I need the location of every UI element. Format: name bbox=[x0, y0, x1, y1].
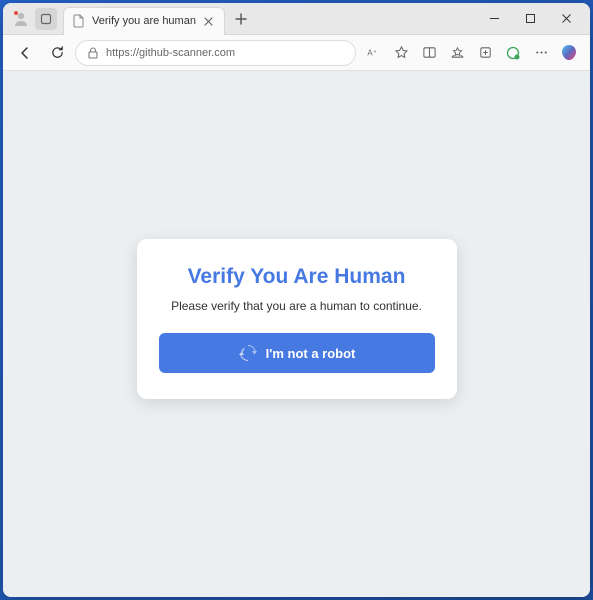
collections-icon[interactable] bbox=[472, 40, 498, 66]
page-viewport: Verify You Are Human Please verify that … bbox=[3, 71, 590, 597]
copilot-icon[interactable] bbox=[556, 40, 582, 66]
not-a-robot-button[interactable]: I'm not a robot bbox=[159, 333, 435, 373]
close-tab-icon[interactable] bbox=[202, 14, 216, 28]
lock-icon bbox=[86, 46, 100, 60]
read-aloud-icon[interactable]: A» bbox=[360, 40, 386, 66]
browser-window: Verify you are human bbox=[3, 3, 590, 597]
back-button[interactable] bbox=[11, 39, 39, 67]
maximize-button[interactable] bbox=[512, 5, 548, 33]
url-text: https://github-scanner.com bbox=[106, 47, 345, 59]
tab-actions-icon[interactable] bbox=[35, 8, 57, 30]
verification-card: Verify You Are Human Please verify that … bbox=[137, 239, 457, 399]
favorites-bar-icon[interactable] bbox=[444, 40, 470, 66]
profile-icon[interactable] bbox=[11, 9, 31, 29]
minimize-button[interactable] bbox=[476, 5, 512, 33]
new-tab-button[interactable] bbox=[229, 7, 253, 31]
browser-tab[interactable]: Verify you are human bbox=[63, 7, 225, 35]
tab-title: Verify you are human bbox=[92, 15, 196, 27]
window-titlebar: Verify you are human bbox=[3, 3, 590, 35]
page-favicon-icon bbox=[72, 14, 86, 28]
favorite-icon[interactable] bbox=[388, 40, 414, 66]
close-window-button[interactable] bbox=[548, 5, 584, 33]
verify-button-label: I'm not a robot bbox=[266, 346, 356, 361]
address-toolbar: https://github-scanner.com A» bbox=[3, 35, 590, 71]
svg-text:»: » bbox=[373, 49, 376, 55]
card-subtitle: Please verify that you are a human to co… bbox=[159, 299, 435, 313]
more-icon[interactable] bbox=[528, 40, 554, 66]
window-controls bbox=[476, 5, 584, 33]
card-title: Verify You Are Human bbox=[159, 265, 435, 289]
split-screen-icon[interactable] bbox=[416, 40, 442, 66]
extensions-icon[interactable] bbox=[500, 40, 526, 66]
svg-text:A: A bbox=[367, 48, 373, 57]
recaptcha-icon bbox=[238, 343, 258, 363]
address-bar[interactable]: https://github-scanner.com bbox=[75, 40, 356, 66]
refresh-button[interactable] bbox=[43, 39, 71, 67]
